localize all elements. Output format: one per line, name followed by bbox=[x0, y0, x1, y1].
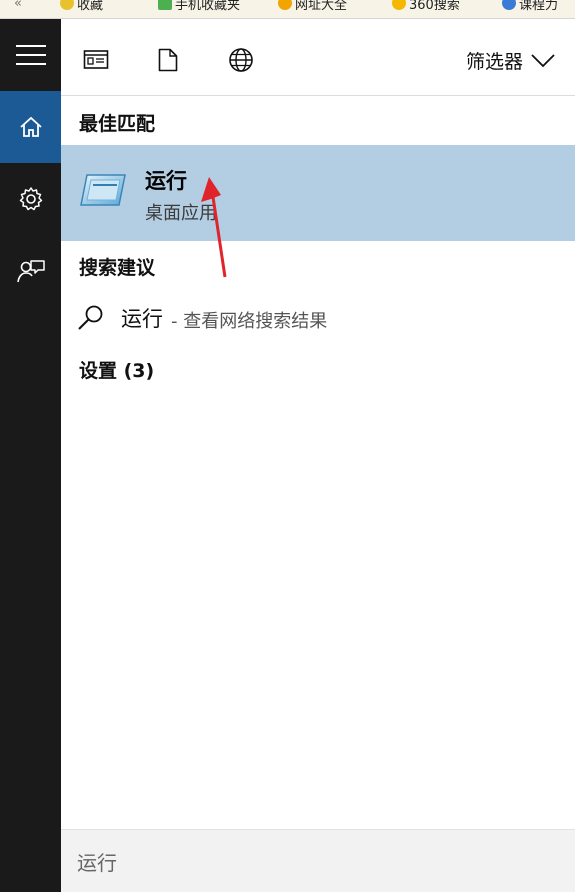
filter-dropdown[interactable]: 筛选器 bbox=[466, 47, 555, 74]
chevron-down-icon bbox=[531, 53, 555, 67]
suggestion-query: 运行 bbox=[121, 307, 163, 331]
start-left-rail bbox=[0, 19, 61, 892]
search-results-panel: 筛选器 最佳匹配 运行 桌面应用 搜索建议 运行 - 查看网络搜索结果 设置 (… bbox=[61, 19, 575, 892]
apps-icon bbox=[83, 50, 109, 69]
menu-button[interactable] bbox=[0, 19, 61, 91]
settings-heading[interactable]: 设置 (3) bbox=[79, 356, 154, 383]
bookmark-favorites[interactable]: 收藏 bbox=[60, 0, 103, 13]
filter-label: 筛选器 bbox=[465, 51, 523, 73]
run-app-icon bbox=[80, 174, 126, 206]
search-box-container bbox=[61, 829, 575, 892]
rail-home-button[interactable] bbox=[0, 91, 61, 163]
apps-filter-button[interactable] bbox=[81, 45, 111, 75]
rail-feedback-button[interactable] bbox=[0, 235, 61, 307]
bookmark-nav[interactable]: 网址大全 bbox=[278, 0, 347, 13]
best-match-type: 桌面应用 bbox=[145, 203, 217, 224]
document-icon bbox=[158, 48, 178, 72]
search-icon bbox=[78, 305, 103, 330]
globe-icon bbox=[278, 0, 292, 10]
bookmark-back[interactable]: « bbox=[14, 0, 22, 12]
feedback-icon bbox=[16, 260, 45, 283]
best-match-heading: 最佳匹配 bbox=[79, 113, 156, 135]
rail-settings-button[interactable] bbox=[0, 163, 61, 235]
suggestions-heading: 搜索建议 bbox=[79, 257, 156, 279]
suggestion-description: - 查看网络搜索结果 bbox=[171, 311, 328, 332]
web-search-suggestion[interactable]: 运行 - 查看网络搜索结果 bbox=[61, 295, 575, 341]
gear-icon bbox=[19, 187, 42, 211]
web-filter-button[interactable] bbox=[226, 45, 256, 75]
bookmark-mobile[interactable]: 手机收藏夹 bbox=[158, 0, 240, 13]
result-filter-toolbar: 筛选器 bbox=[61, 19, 575, 96]
browser-bookmark-bar: « 收藏 手机收藏夹 网址大全 360搜索 课程力 bbox=[0, 0, 575, 19]
home-icon bbox=[19, 116, 42, 137]
best-match-name: 运行 bbox=[145, 169, 187, 193]
course-icon bbox=[502, 0, 516, 10]
hamburger-icon bbox=[15, 45, 46, 65]
star-icon bbox=[60, 0, 74, 10]
search-input[interactable] bbox=[77, 846, 547, 876]
web-icon bbox=[229, 48, 253, 72]
phone-icon bbox=[158, 0, 172, 10]
search-logo-icon bbox=[392, 0, 406, 10]
documents-filter-button[interactable] bbox=[153, 45, 183, 75]
bookmark-360[interactable]: 360搜索 bbox=[392, 0, 460, 13]
best-match-result[interactable]: 运行 桌面应用 bbox=[61, 145, 575, 241]
bookmark-course[interactable]: 课程力 bbox=[502, 0, 558, 13]
